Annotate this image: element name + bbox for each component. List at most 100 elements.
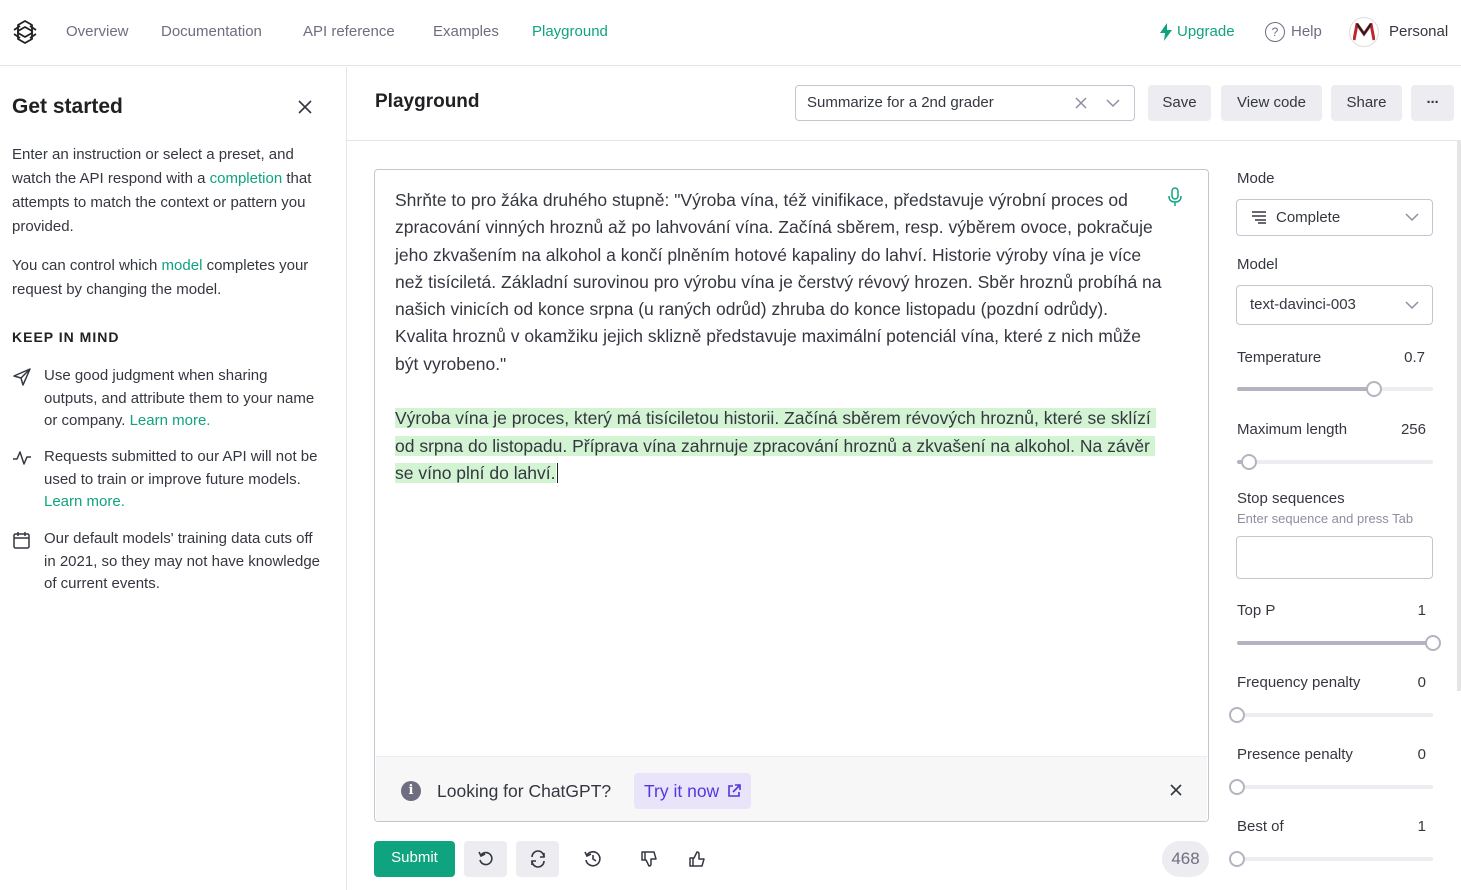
share-button[interactable]: Share <box>1331 85 1402 121</box>
stop-sequences-input[interactable] <box>1236 536 1433 579</box>
completion-link[interactable]: completion <box>210 170 283 187</box>
slider-label: Maximum length <box>1237 421 1348 438</box>
try-it-now-label: Try it now <box>644 781 720 801</box>
nav-documentation[interactable]: Documentation <box>161 22 262 42</box>
tip-item: Use good judgment when sharing outputs, … <box>12 365 322 433</box>
slider-thumb[interactable] <box>1425 635 1441 651</box>
help-label: Help <box>1291 23 1322 40</box>
slider-thumb[interactable] <box>1240 454 1257 470</box>
nav-examples[interactable]: Examples <box>433 22 499 42</box>
mode-label: Mode <box>1237 170 1275 187</box>
thumbs-up-button[interactable] <box>675 841 718 877</box>
tip-text: Requests submitted to our API will not b… <box>44 448 318 488</box>
nav-overview[interactable]: Overview <box>66 22 129 42</box>
help-icon: ? <box>1265 22 1285 42</box>
top-nav: Overview Documentation API reference Exa… <box>0 0 1461 66</box>
refresh-icon <box>530 850 545 868</box>
keep-in-mind-heading: KEEP IN MIND <box>12 329 120 345</box>
nav-playground[interactable]: Playground <box>532 22 608 42</box>
slider-label: Presence penalty <box>1237 746 1353 763</box>
upgrade-link[interactable]: Upgrade <box>1159 22 1235 42</box>
mode-value: Complete <box>1276 209 1341 226</box>
thumbs-down-button[interactable] <box>627 841 670 877</box>
external-link-icon <box>728 784 742 797</box>
activity-icon <box>13 451 31 465</box>
slider-label: Temperature <box>1237 349 1322 366</box>
header-divider <box>347 140 1461 141</box>
avatar-logo-icon <box>1353 23 1375 41</box>
send-icon <box>13 368 31 386</box>
stop-sequences-label: Stop sequences <box>1237 490 1345 507</box>
account-menu[interactable]: Personal <box>1349 17 1448 47</box>
banner-text: Looking for ChatGPT? <box>437 781 612 801</box>
undo-button[interactable] <box>464 841 507 877</box>
save-button[interactable]: Save <box>1148 85 1211 121</box>
model-link[interactable]: model <box>162 257 203 274</box>
sidebar-intro: Enter an instruction or select a preset,… <box>12 143 312 239</box>
chevron-down-icon[interactable] <box>1403 298 1421 312</box>
tip-text: Our default models' training data cuts o… <box>44 530 321 592</box>
model-text: You can control which <box>12 257 162 274</box>
completion-text: Výroba vína je proces, který má tisícile… <box>395 408 1156 483</box>
slider-value[interactable]: 1 <box>1395 601 1426 621</box>
history-button[interactable] <box>571 841 614 877</box>
slider-thumb[interactable] <box>1366 381 1383 397</box>
account-label: Personal <box>1389 23 1449 40</box>
slider-thumb[interactable] <box>1229 707 1245 723</box>
prompt-editor[interactable]: Shrňte to pro žáka druhého stupně: "Výro… <box>374 169 1209 822</box>
token-count-badge: 468 <box>1162 841 1209 877</box>
slider-track[interactable] <box>1229 707 1433 723</box>
avatar <box>1349 17 1379 47</box>
undo-icon <box>477 851 493 866</box>
page-title: Playground <box>375 91 480 112</box>
regenerate-button[interactable] <box>516 841 559 877</box>
history-icon <box>583 851 601 867</box>
slider-track[interactable] <box>1237 381 1433 397</box>
chevron-down-icon[interactable] <box>1104 95 1122 111</box>
learn-more-link[interactable]: Learn more. <box>44 493 125 510</box>
slider-value[interactable]: 0 <box>1395 745 1426 765</box>
slider-label: Best of <box>1237 818 1284 835</box>
close-icon[interactable] <box>1169 783 1183 797</box>
try-it-now-button[interactable]: Try it now <box>634 773 752 809</box>
slider-track[interactable] <box>1229 851 1433 867</box>
microphone-icon[interactable] <box>1167 187 1183 207</box>
prompt-text: Shrňte to pro žáka druhého stupně: "Výro… <box>395 190 1167 374</box>
sidebar-title: Get started <box>12 95 123 118</box>
help-link[interactable]: ? Help <box>1265 22 1322 42</box>
more-options-button[interactable]: ··· <box>1411 85 1454 121</box>
upgrade-label: Upgrade <box>1177 23 1235 40</box>
stop-sequences-hint: Enter sequence and press Tab <box>1237 511 1414 526</box>
info-icon: i <box>401 781 421 801</box>
slider-fill <box>1237 387 1375 391</box>
nav-api-reference[interactable]: API reference <box>303 22 395 42</box>
slider-track[interactable] <box>1237 635 1441 651</box>
chevron-down-icon[interactable] <box>1403 210 1421 224</box>
close-icon[interactable] <box>297 99 313 115</box>
model-value: text-davinci-003 <box>1250 296 1356 313</box>
bolt-icon <box>1160 23 1172 41</box>
slider-fill <box>1237 641 1433 645</box>
slider-label: Top P <box>1237 602 1276 619</box>
view-code-button[interactable]: View code <box>1221 85 1322 121</box>
learn-more-link[interactable]: Learn more. <box>130 412 211 429</box>
slider-thumb[interactable] <box>1229 779 1245 795</box>
slider-value[interactable]: 256 <box>1385 420 1426 440</box>
tip-item: Our default models' training data cuts o… <box>12 528 322 596</box>
tip-item: Requests submitted to our API will not b… <box>12 446 322 514</box>
slider-value[interactable]: 1 <box>1395 817 1426 837</box>
submit-button[interactable]: Submit <box>374 841 455 877</box>
slider-track[interactable] <box>1229 779 1433 795</box>
sidebar-model-text: You can control which model completes yo… <box>12 254 312 302</box>
slider-value[interactable]: 0.7 <box>1393 348 1425 368</box>
chatgpt-banner: i Looking for ChatGPT? Try it now <box>376 756 1207 821</box>
openai-logo-icon[interactable] <box>11 18 39 46</box>
calendar-icon <box>13 532 30 549</box>
clear-icon[interactable] <box>1073 95 1089 111</box>
editor-content[interactable]: Shrňte to pro žáka druhého stupně: "Výro… <box>395 187 1165 487</box>
slider-value[interactable]: 0 <box>1395 673 1426 693</box>
slider-thumb[interactable] <box>1229 851 1245 867</box>
slider-track[interactable] <box>1237 454 1433 470</box>
settings-scrollbar[interactable] <box>1457 141 1461 691</box>
model-label: Model <box>1237 256 1278 273</box>
